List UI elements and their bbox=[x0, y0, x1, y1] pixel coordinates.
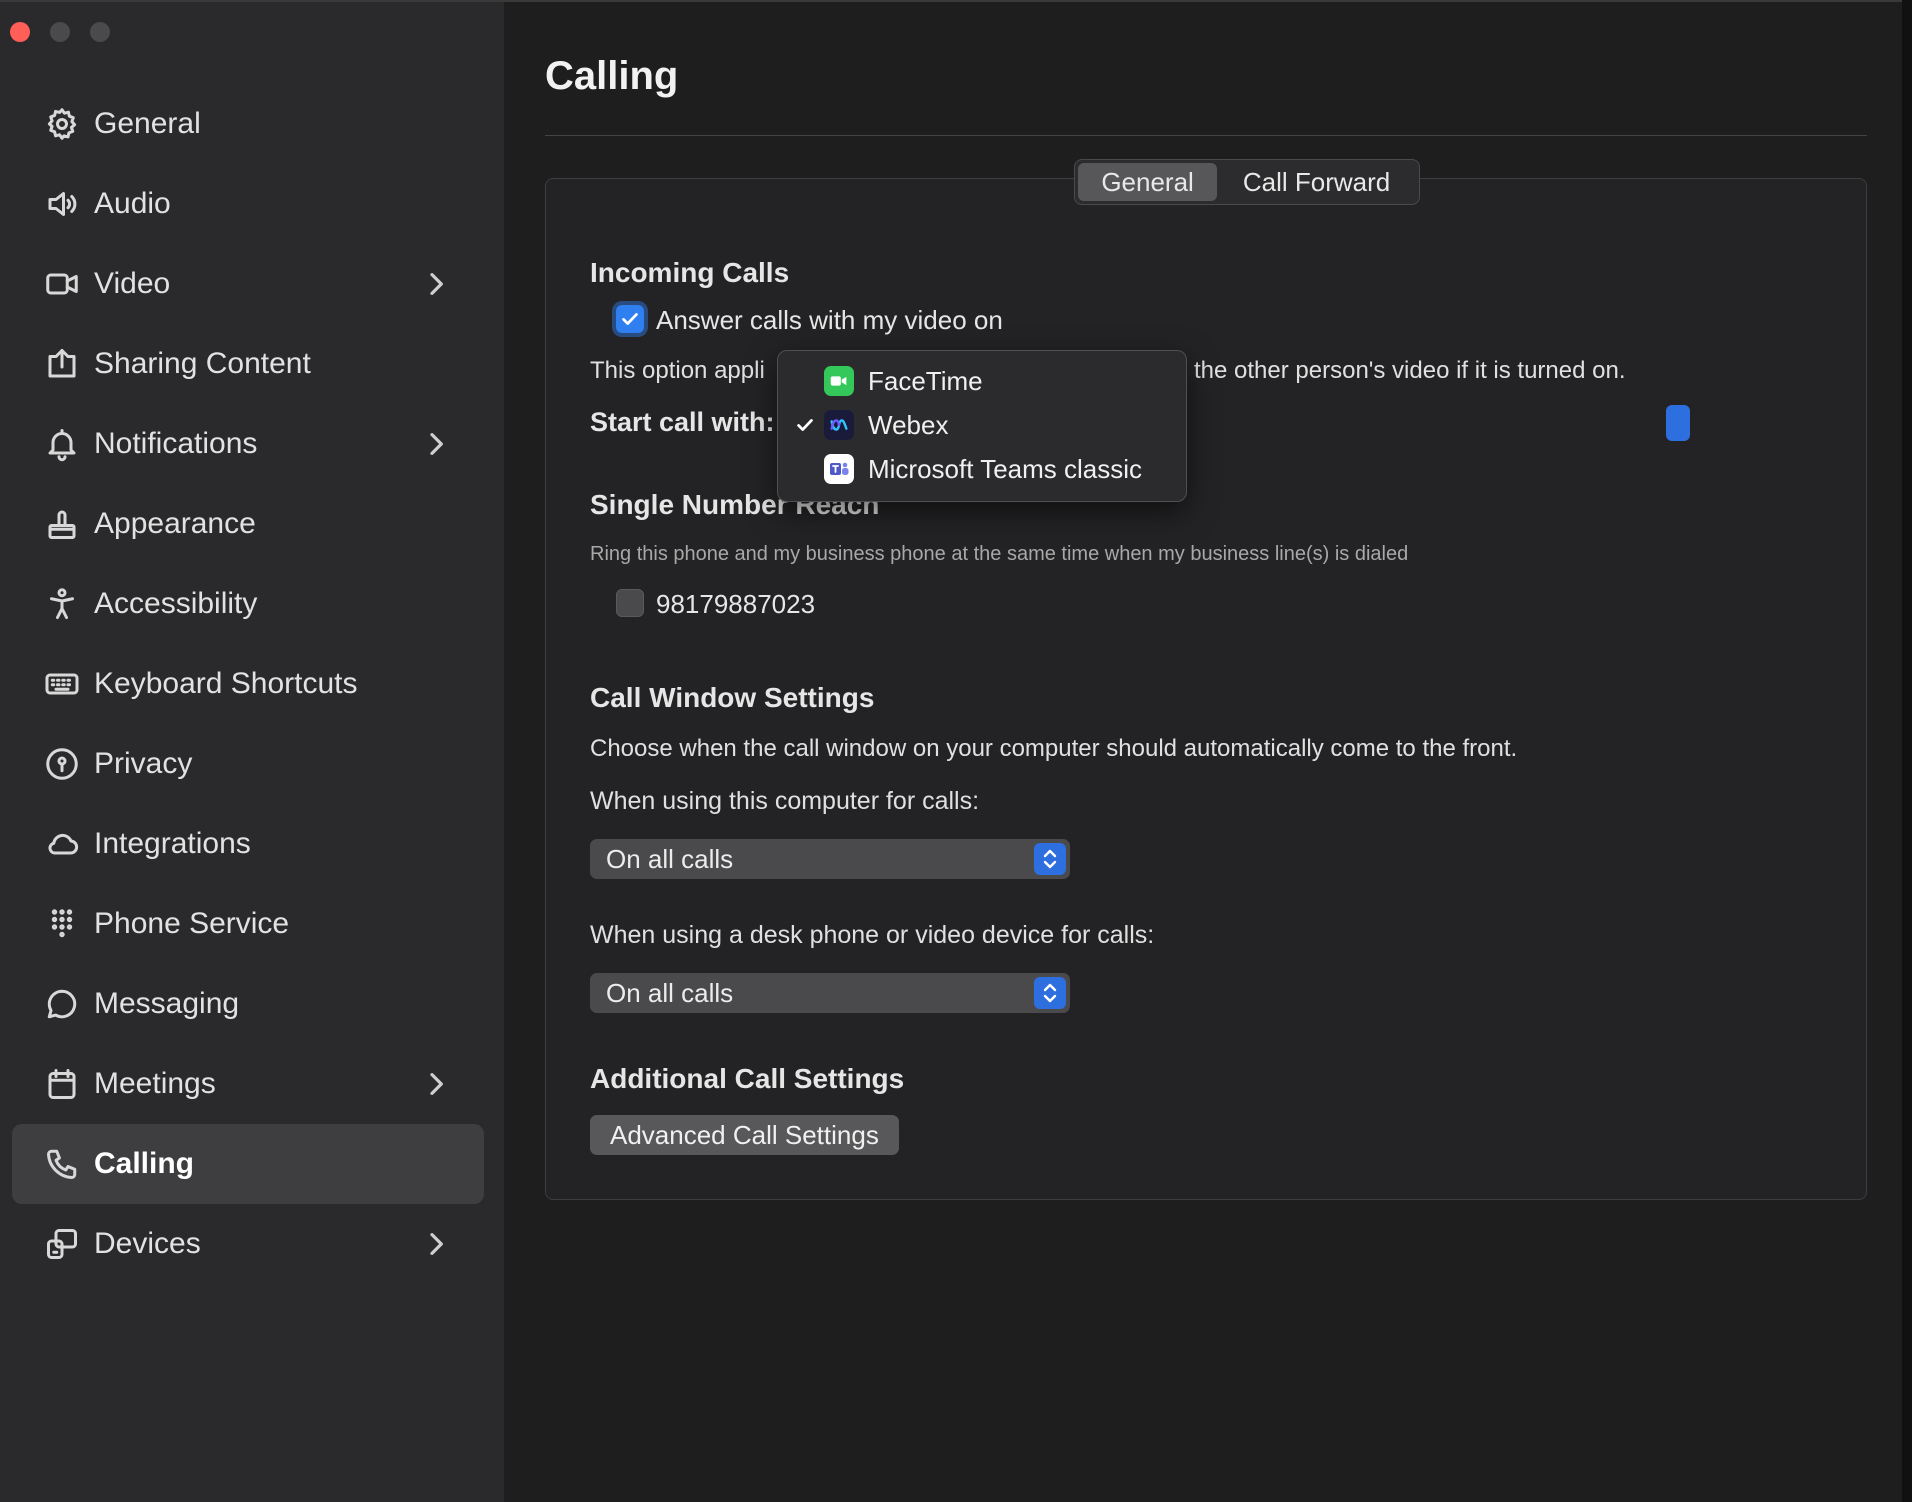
sidebar-item-label: Accessibility bbox=[94, 587, 258, 620]
chevron-right-icon bbox=[420, 1068, 452, 1100]
keyboard-icon bbox=[42, 664, 82, 704]
incoming-note-right: the other person's video if it is turned… bbox=[1194, 357, 1626, 384]
sidebar-item-label: Integrations bbox=[94, 827, 251, 860]
answer-video-label: Answer calls with my video on bbox=[656, 305, 1003, 335]
chevron-right-icon bbox=[420, 268, 452, 300]
menu-item-label: Microsoft Teams classic bbox=[868, 453, 1143, 484]
sidebar-item-label: Keyboard Shortcuts bbox=[94, 667, 358, 700]
checkmark-icon bbox=[622, 313, 638, 325]
chevron-right-icon bbox=[420, 428, 452, 460]
computer-calls-select[interactable]: On all calls bbox=[590, 839, 1070, 879]
menu-item-facetime[interactable]: FaceTime bbox=[778, 359, 1186, 403]
video-camera-icon bbox=[42, 264, 82, 304]
calling-settings-panel: General Call Forward Incoming Calls Answ… bbox=[545, 159, 1867, 1200]
checkmark-icon bbox=[794, 414, 816, 436]
close-window-button[interactable] bbox=[10, 22, 30, 42]
single-number-reach-description: Ring this phone and my business phone at… bbox=[590, 543, 1409, 565]
paint-brush-icon bbox=[42, 504, 82, 544]
call-window-description: Choose when the call window on your comp… bbox=[590, 735, 1518, 762]
sidebar-item-general[interactable]: General bbox=[12, 84, 484, 164]
sidebar-item-calling[interactable]: Calling bbox=[12, 1124, 484, 1204]
advanced-call-settings-button[interactable]: Advanced Call Settings bbox=[590, 1115, 899, 1155]
sidebar-item-notifications[interactable]: Notifications bbox=[12, 404, 484, 484]
sidebar-item-audio[interactable]: Audio bbox=[12, 164, 484, 244]
sidebar-item-label: Phone Service bbox=[94, 907, 290, 940]
sidebar-item-label: Calling bbox=[94, 1147, 195, 1180]
sidebar-item-privacy[interactable]: Privacy bbox=[12, 724, 484, 804]
sidebar-item-meetings[interactable]: Meetings bbox=[12, 1044, 484, 1124]
start-call-with-menu: FaceTime Webex Microsoft Teams classic bbox=[777, 350, 1187, 502]
webex-icon bbox=[824, 410, 854, 440]
devices-icon bbox=[42, 1224, 82, 1264]
window-edge bbox=[1902, 0, 1912, 1502]
desk-phone-calls-select[interactable]: On all calls bbox=[590, 973, 1070, 1013]
additional-call-settings-heading: Additional Call Settings bbox=[590, 1063, 905, 1094]
sidebar: General Audio Video Sharing Content Noti… bbox=[0, 2, 504, 1502]
computer-calls-value: On all calls bbox=[606, 843, 734, 874]
incoming-note-left: This option appli bbox=[590, 357, 765, 384]
sidebar-item-keyboard-shortcuts[interactable]: Keyboard Shortcuts bbox=[12, 644, 484, 724]
menu-item-webex[interactable]: Webex bbox=[778, 403, 1186, 447]
chat-bubble-icon bbox=[42, 984, 82, 1024]
start-call-with-label: Start call with: bbox=[590, 407, 775, 437]
call-window-settings-heading: Call Window Settings bbox=[590, 682, 875, 713]
maximize-window-button[interactable] bbox=[90, 22, 110, 42]
speaker-icon bbox=[42, 184, 82, 224]
tab-call-forward[interactable]: Call Forward bbox=[1217, 163, 1416, 201]
sidebar-item-label: Appearance bbox=[94, 507, 256, 540]
gear-icon bbox=[42, 104, 82, 144]
sidebar-item-integrations[interactable]: Integrations bbox=[12, 804, 484, 884]
sidebar-item-phone-service[interactable]: Phone Service bbox=[12, 884, 484, 964]
dialpad-icon bbox=[42, 904, 82, 944]
sidebar-item-label: Video bbox=[94, 267, 171, 300]
phone-number-checkbox[interactable] bbox=[616, 589, 644, 617]
tab-bar: General Call Forward bbox=[1074, 159, 1420, 205]
sidebar-item-label: Meetings bbox=[94, 1067, 216, 1100]
start-call-select-edge[interactable] bbox=[1666, 405, 1690, 441]
facetime-icon bbox=[824, 366, 854, 396]
sidebar-item-devices[interactable]: Devices bbox=[12, 1204, 484, 1284]
menu-item-microsoft-teams-classic[interactable]: Microsoft Teams classic bbox=[778, 447, 1186, 491]
minimize-window-button[interactable] bbox=[50, 22, 70, 42]
menu-item-label: FaceTime bbox=[868, 365, 983, 396]
phone-icon bbox=[42, 1144, 82, 1184]
desk-phone-calls-value: On all calls bbox=[606, 977, 734, 1008]
accessibility-icon bbox=[42, 584, 82, 624]
cloud-icon bbox=[42, 824, 82, 864]
bell-icon bbox=[42, 424, 82, 464]
sidebar-item-label: General bbox=[94, 107, 201, 140]
answer-video-checkbox[interactable] bbox=[616, 305, 644, 333]
incoming-calls-heading: Incoming Calls bbox=[590, 257, 790, 288]
sidebar-item-label: Audio bbox=[94, 187, 171, 220]
phone-number-label: 98179887023 bbox=[656, 589, 816, 619]
sidebar-item-messaging[interactable]: Messaging bbox=[12, 964, 484, 1044]
settings-window: General Audio Video Sharing Content Noti… bbox=[0, 0, 1902, 1502]
sidebar-item-label: Messaging bbox=[94, 987, 240, 1020]
teams-icon bbox=[824, 454, 854, 484]
desk-phone-calls-label: When using a desk phone or video device … bbox=[590, 921, 1155, 949]
updown-chevron-icon bbox=[1034, 977, 1066, 1009]
computer-calls-label: When using this computer for calls: bbox=[590, 787, 980, 815]
calendar-icon bbox=[42, 1064, 82, 1104]
page-title: Calling bbox=[545, 54, 679, 98]
chevron-right-icon bbox=[420, 1228, 452, 1260]
title-divider bbox=[545, 135, 1867, 136]
menu-item-label: Webex bbox=[868, 409, 949, 440]
lock-circle-icon bbox=[42, 744, 82, 784]
sidebar-item-label: Privacy bbox=[94, 747, 193, 780]
updown-chevron-icon bbox=[1034, 843, 1066, 875]
sidebar-item-accessibility[interactable]: Accessibility bbox=[12, 564, 484, 644]
tab-general[interactable]: General bbox=[1078, 163, 1218, 201]
main-content: Calling General Call Forward Incoming Ca… bbox=[504, 2, 1902, 1502]
share-screen-icon bbox=[42, 344, 82, 384]
sidebar-item-label: Devices bbox=[94, 1227, 201, 1260]
sidebar-item-video[interactable]: Video bbox=[12, 244, 484, 324]
sidebar-item-label: Sharing Content bbox=[94, 347, 311, 380]
sidebar-item-appearance[interactable]: Appearance bbox=[12, 484, 484, 564]
sidebar-item-sharing-content[interactable]: Sharing Content bbox=[12, 324, 484, 404]
sidebar-item-label: Notifications bbox=[94, 427, 258, 460]
